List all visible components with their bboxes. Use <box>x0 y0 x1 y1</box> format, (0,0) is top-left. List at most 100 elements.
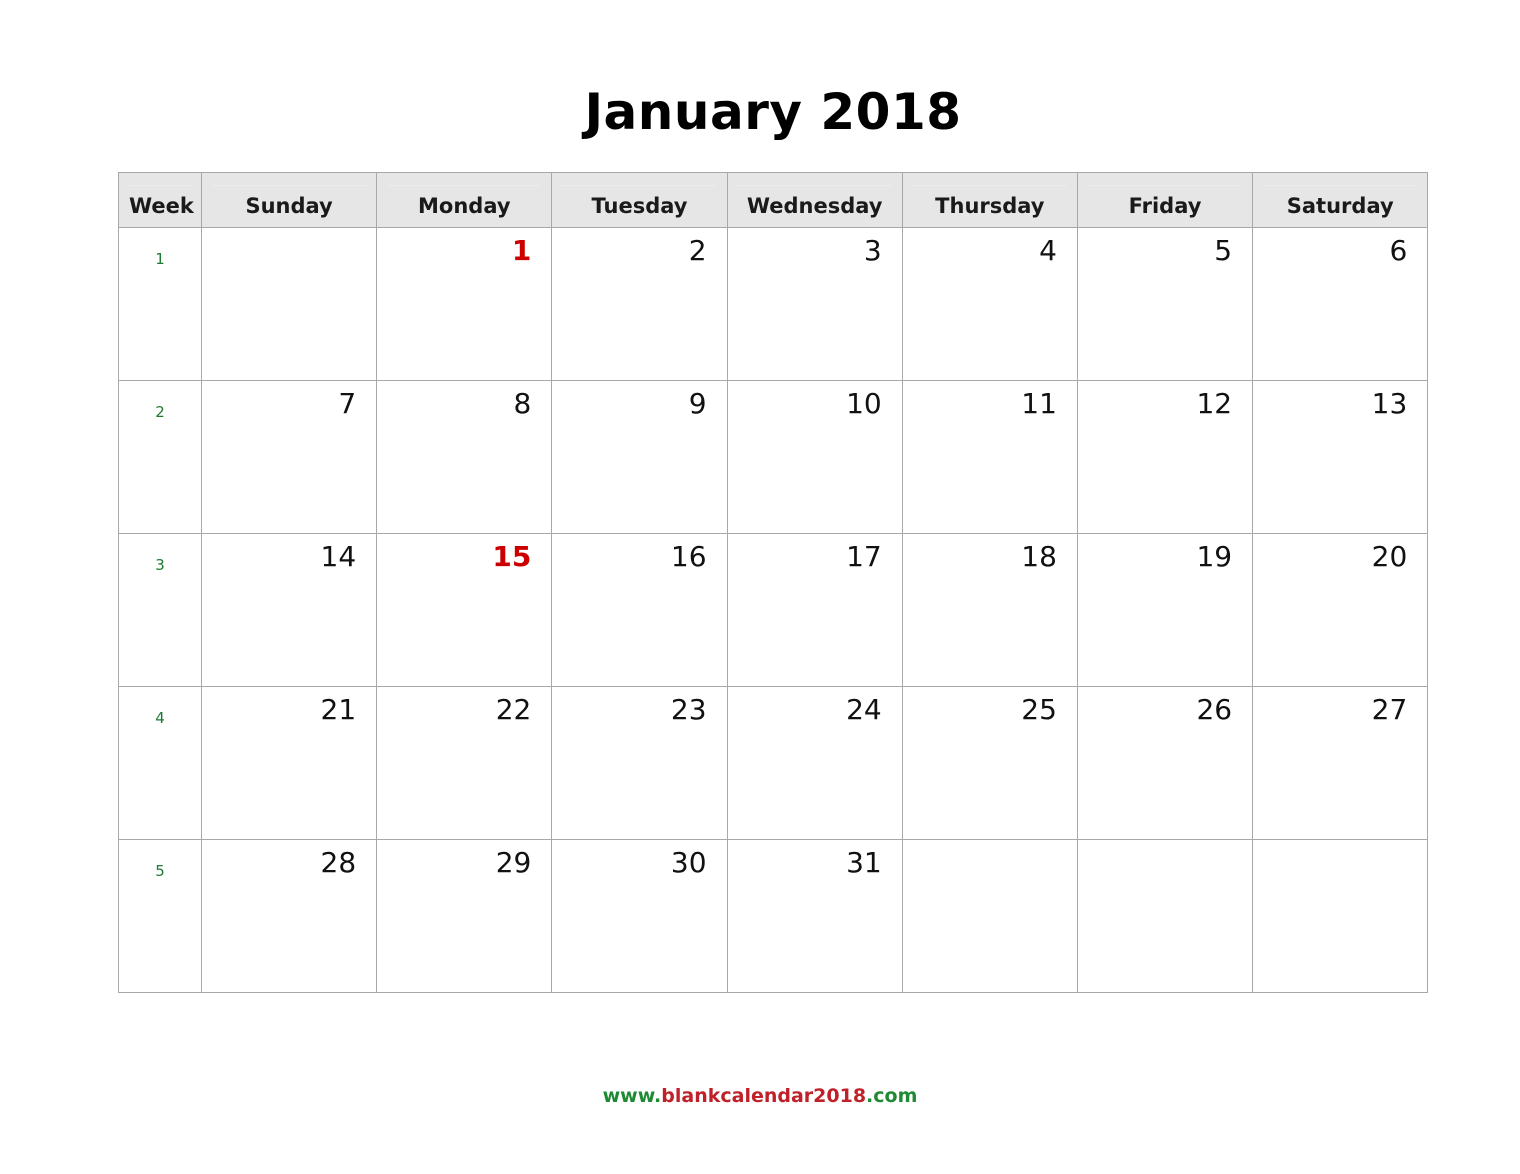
day-number: 7 <box>338 387 357 420</box>
day-number <box>1078 840 1252 846</box>
day-number: 13 <box>1371 387 1408 420</box>
day-cell[interactable]: 2 <box>551 227 728 381</box>
day-cell[interactable]: 18 <box>901 533 1078 687</box>
column-header-wednesday: Wednesday <box>726 172 903 228</box>
day-cell[interactable] <box>901 839 1078 993</box>
day-cell[interactable]: 31 <box>726 839 903 993</box>
day-number: 23 <box>670 693 707 726</box>
day-number: 22 <box>495 693 532 726</box>
day-number: 15 <box>492 540 532 573</box>
day-cell[interactable]: 14 <box>200 533 378 687</box>
day-number: 2 <box>688 234 707 267</box>
day-cell[interactable]: 4 <box>901 227 1078 381</box>
calendar-week-row: 1 1 2 3 4 5 6 <box>118 227 1429 381</box>
column-header-sunday: Sunday <box>200 172 378 228</box>
footer-url-name: blankcalendar2018 <box>661 1085 867 1107</box>
day-cell[interactable]: 21 <box>200 686 378 840</box>
day-number: 27 <box>1371 693 1408 726</box>
day-number: 24 <box>846 693 882 726</box>
day-number: 11 <box>1021 387 1057 420</box>
week-number: 1 <box>155 250 165 268</box>
week-number-cell: 4 <box>118 686 202 840</box>
day-cell[interactable]: 1 <box>376 227 553 381</box>
column-header-tuesday-label: Tuesday <box>562 184 717 223</box>
day-number: 30 <box>670 846 707 879</box>
column-header-saturday: Saturday <box>1252 172 1429 228</box>
day-number: 26 <box>1196 693 1233 726</box>
column-header-friday-label: Friday <box>1087 184 1243 223</box>
day-number: 19 <box>1196 540 1233 573</box>
site-footer-link[interactable]: www.blankcalendar2018.com <box>0 1084 1520 1108</box>
calendar-week-row: 4 21 22 23 24 25 26 27 <box>118 686 1429 840</box>
day-cell[interactable] <box>200 227 378 381</box>
day-cell[interactable] <box>1252 839 1429 993</box>
day-number <box>1253 840 1427 846</box>
day-number: 21 <box>320 693 357 726</box>
day-number: 10 <box>846 387 882 420</box>
day-cell[interactable]: 29 <box>376 839 553 993</box>
week-number: 4 <box>155 709 165 727</box>
week-number-cell: 5 <box>118 839 202 993</box>
calendar-page: January 2018 Week Sunday Monday Tuesday <box>0 0 1520 1174</box>
day-number: 12 <box>1196 387 1233 420</box>
day-number: 20 <box>1371 540 1408 573</box>
day-number: 29 <box>495 846 532 879</box>
day-number: 9 <box>688 387 707 420</box>
column-header-tuesday: Tuesday <box>551 172 728 228</box>
day-cell[interactable]: 3 <box>726 227 903 381</box>
week-number: 2 <box>155 403 165 421</box>
day-number <box>202 228 376 234</box>
day-cell[interactable]: 15 <box>376 533 553 687</box>
day-number: 6 <box>1389 234 1408 267</box>
day-cell[interactable]: 19 <box>1076 533 1254 687</box>
week-number: 5 <box>155 862 165 880</box>
day-cell[interactable]: 6 <box>1252 227 1429 381</box>
day-number: 8 <box>513 387 532 420</box>
column-header-wednesday-label: Wednesday <box>737 184 892 223</box>
day-cell[interactable]: 17 <box>726 533 903 687</box>
day-cell[interactable] <box>1076 839 1254 993</box>
day-cell[interactable]: 23 <box>551 686 728 840</box>
day-cell[interactable]: 22 <box>376 686 553 840</box>
day-cell[interactable]: 16 <box>551 533 728 687</box>
day-number: 17 <box>846 540 882 573</box>
calendar-body: 1 1 2 3 4 5 6 2 7 8 9 10 11 12 13 3 14 1… <box>118 227 1429 993</box>
day-number: 18 <box>1021 540 1057 573</box>
day-number: 28 <box>320 846 357 879</box>
day-cell[interactable]: 8 <box>376 380 553 534</box>
footer-url-prefix: www. <box>602 1085 662 1107</box>
calendar-week-row: 5 28 29 30 31 <box>118 839 1429 993</box>
calendar-week-row: 3 14 15 16 17 18 19 20 <box>118 533 1429 687</box>
day-cell[interactable]: 7 <box>200 380 378 534</box>
day-number <box>903 840 1077 846</box>
week-number: 3 <box>155 556 165 574</box>
day-cell[interactable]: 9 <box>551 380 728 534</box>
monthly-calendar-table: Week Sunday Monday Tuesday Wednesday Thu… <box>118 172 1429 993</box>
day-cell[interactable]: 27 <box>1252 686 1429 840</box>
day-cell[interactable]: 12 <box>1076 380 1254 534</box>
week-number-cell: 1 <box>118 227 202 381</box>
week-number-cell: 3 <box>118 533 202 687</box>
day-number: 3 <box>863 234 882 267</box>
day-cell[interactable]: 5 <box>1076 227 1254 381</box>
day-number: 31 <box>846 846 882 879</box>
week-number-cell: 2 <box>118 380 202 534</box>
day-cell[interactable]: 20 <box>1252 533 1429 687</box>
column-header-friday: Friday <box>1076 172 1254 228</box>
column-header-sunday-label: Sunday <box>212 184 367 223</box>
day-number: 25 <box>1021 693 1057 726</box>
day-cell[interactable]: 13 <box>1252 380 1429 534</box>
day-cell[interactable]: 26 <box>1076 686 1254 840</box>
column-header-week-label: Week <box>129 184 194 223</box>
column-header-week: Week <box>118 172 202 228</box>
day-cell[interactable]: 28 <box>200 839 378 993</box>
day-cell[interactable]: 24 <box>726 686 903 840</box>
day-cell[interactable]: 25 <box>901 686 1078 840</box>
calendar-header-row: Week Sunday Monday Tuesday Wednesday Thu… <box>118 172 1429 228</box>
day-cell[interactable]: 10 <box>726 380 903 534</box>
day-cell[interactable]: 11 <box>901 380 1078 534</box>
footer-url-suffix: .com <box>866 1085 918 1107</box>
day-cell[interactable]: 30 <box>551 839 728 993</box>
day-number: 5 <box>1214 234 1233 267</box>
calendar-week-row: 2 7 8 9 10 11 12 13 <box>118 380 1429 534</box>
